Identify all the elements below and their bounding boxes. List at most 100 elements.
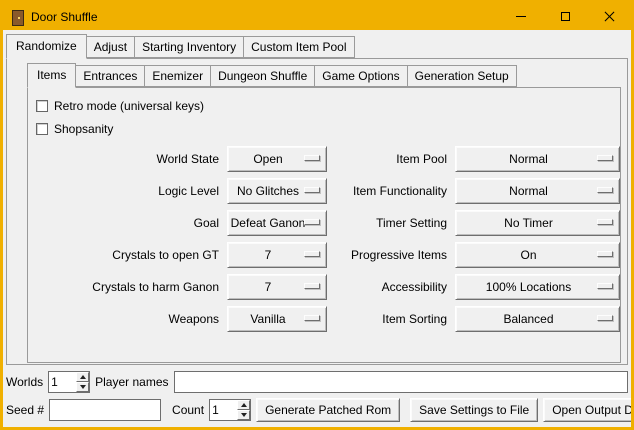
logic-level-dropdown[interactable]: No Glitches <box>227 178 327 204</box>
worlds-spin-buttons <box>76 372 89 392</box>
dropdown-indicator-icon <box>597 283 613 289</box>
dropdown-indicator-icon <box>597 251 613 257</box>
item-sorting-dropdown[interactable]: Balanced <box>455 306 620 332</box>
tab-adjust[interactable]: Adjust <box>86 36 135 58</box>
items-pane: Retro mode (universal keys) Shopsanity W… <box>27 87 621 363</box>
count-spin-down-button[interactable] <box>237 410 250 420</box>
item-pool-dropdown[interactable]: Normal <box>455 146 620 172</box>
progressive-items-value: On <box>520 248 536 262</box>
player-names-input[interactable] <box>174 371 629 393</box>
dropdown-indicator-icon <box>304 251 320 257</box>
minimize-button[interactable] <box>499 3 543 30</box>
worlds-spin-up-button[interactable] <box>76 372 89 382</box>
dropdown-indicator-icon <box>597 219 613 225</box>
arrow-down-icon <box>241 413 247 417</box>
seed-label: Seed # <box>6 403 44 417</box>
accessibility-dropdown[interactable]: 100% Locations <box>455 274 620 300</box>
generate-rom-button[interactable]: Generate Patched Rom <box>256 398 400 422</box>
tab-starting-inventory[interactable]: Starting Inventory <box>134 36 244 58</box>
tab-items[interactable]: Items <box>27 63 76 88</box>
save-settings-button[interactable]: Save Settings to File <box>410 398 538 422</box>
dropdown-indicator-icon <box>597 187 613 193</box>
logic-level-label: Logic Level <box>54 184 219 198</box>
count-label: Count <box>172 403 204 417</box>
retro-mode-checkbox-box[interactable] <box>36 100 48 112</box>
item-sorting-value: Balanced <box>503 312 553 326</box>
worlds-input[interactable] <box>49 372 76 392</box>
app-icon <box>9 9 25 25</box>
tab-enemizer[interactable]: Enemizer <box>144 65 211 87</box>
shopsanity-checkbox-box[interactable] <box>36 123 48 135</box>
tab-generation-setup[interactable]: Generation Setup <box>407 65 517 87</box>
tab-custom-item-pool[interactable]: Custom Item Pool <box>243 36 354 58</box>
player-names-label: Player names <box>95 375 168 389</box>
count-spinbox <box>209 399 251 421</box>
count-spin-up-button[interactable] <box>237 400 250 410</box>
open-output-button[interactable]: Open Output Directory <box>543 398 631 422</box>
tab-entrances[interactable]: Entrances <box>75 65 145 87</box>
arrow-down-icon <box>80 385 86 389</box>
weapons-label: Weapons <box>54 312 219 326</box>
crystals-ganon-label: Crystals to harm Ganon <box>54 280 219 294</box>
world-state-dropdown[interactable]: Open <box>227 146 327 172</box>
worlds-label: Worlds <box>6 375 43 389</box>
world-state-label: World State <box>54 152 219 166</box>
progressive-items-label: Progressive Items <box>335 248 447 262</box>
accessibility-label: Accessibility <box>335 280 447 294</box>
timer-setting-value: No Timer <box>504 216 553 230</box>
crystals-ganon-dropdown[interactable]: 7 <box>227 274 327 300</box>
goal-label: Goal <box>54 216 219 230</box>
close-button[interactable] <box>587 3 631 30</box>
timer-setting-label: Timer Setting <box>335 216 447 230</box>
progressive-items-dropdown[interactable]: On <box>455 242 620 268</box>
item-functionality-value: Normal <box>509 184 548 198</box>
door-shuffle-window: Door Shuffle Randomize Adjust Starting I… <box>0 0 634 430</box>
seed-row: Seed # Count Generate Patched Rom Save S… <box>6 398 628 422</box>
main-tabs: Randomize Adjust Starting Inventory Cust… <box>6 33 628 58</box>
maximize-button[interactable] <box>543 3 587 30</box>
accessibility-value: 100% Locations <box>486 280 571 294</box>
worlds-spin-down-button[interactable] <box>76 382 89 392</box>
timer-setting-dropdown[interactable]: No Timer <box>455 210 620 236</box>
shopsanity-label: Shopsanity <box>54 122 113 136</box>
sub-tabs: Items Entrances Enemizer Dungeon Shuffle… <box>27 62 621 87</box>
dropdown-indicator-icon <box>304 155 320 161</box>
goal-value: Defeat Ganon <box>231 216 306 230</box>
dropdown-indicator-icon <box>597 155 613 161</box>
dropdown-indicator-icon <box>304 283 320 289</box>
arrow-up-icon <box>80 375 86 379</box>
item-pool-value: Normal <box>509 152 548 166</box>
item-functionality-label: Item Functionality <box>335 184 447 198</box>
window-title: Door Shuffle <box>31 10 98 24</box>
crystals-gt-value: 7 <box>265 248 272 262</box>
crystals-gt-dropdown[interactable]: 7 <box>227 242 327 268</box>
close-icon <box>604 11 615 22</box>
tab-randomize[interactable]: Randomize <box>6 34 87 59</box>
logic-level-value: No Glitches <box>237 184 299 198</box>
options-grid: World State Open Item Pool Normal Logic … <box>54 146 620 332</box>
maximize-icon <box>561 12 570 21</box>
randomize-pane: Items Entrances Enemizer Dungeon Shuffle… <box>6 58 628 365</box>
tab-dungeon-shuffle[interactable]: Dungeon Shuffle <box>210 65 315 87</box>
worlds-spinbox <box>48 371 90 393</box>
crystals-gt-label: Crystals to open GT <box>54 248 219 262</box>
item-functionality-dropdown[interactable]: Normal <box>455 178 620 204</box>
tab-game-options[interactable]: Game Options <box>314 65 407 87</box>
retro-mode-label: Retro mode (universal keys) <box>54 99 204 113</box>
crystals-ganon-value: 7 <box>265 280 272 294</box>
dropdown-indicator-icon <box>304 219 320 225</box>
goal-dropdown[interactable]: Defeat Ganon <box>227 210 327 236</box>
window-controls <box>499 3 631 30</box>
item-pool-label: Item Pool <box>335 152 447 166</box>
title-bar[interactable]: Door Shuffle <box>3 3 631 30</box>
item-sorting-label: Item Sorting <box>335 312 447 326</box>
arrow-up-icon <box>241 403 247 407</box>
weapons-dropdown[interactable]: Vanilla <box>227 306 327 332</box>
bottom-controls: Worlds Player names Seed # Count <box>6 371 628 427</box>
dropdown-indicator-icon <box>597 315 613 321</box>
dropdown-indicator-icon <box>304 315 320 321</box>
count-input[interactable] <box>210 400 237 420</box>
checkbox-shopsanity[interactable]: Shopsanity <box>36 122 620 136</box>
checkbox-retro-mode[interactable]: Retro mode (universal keys) <box>36 99 620 113</box>
seed-input[interactable] <box>49 399 161 421</box>
